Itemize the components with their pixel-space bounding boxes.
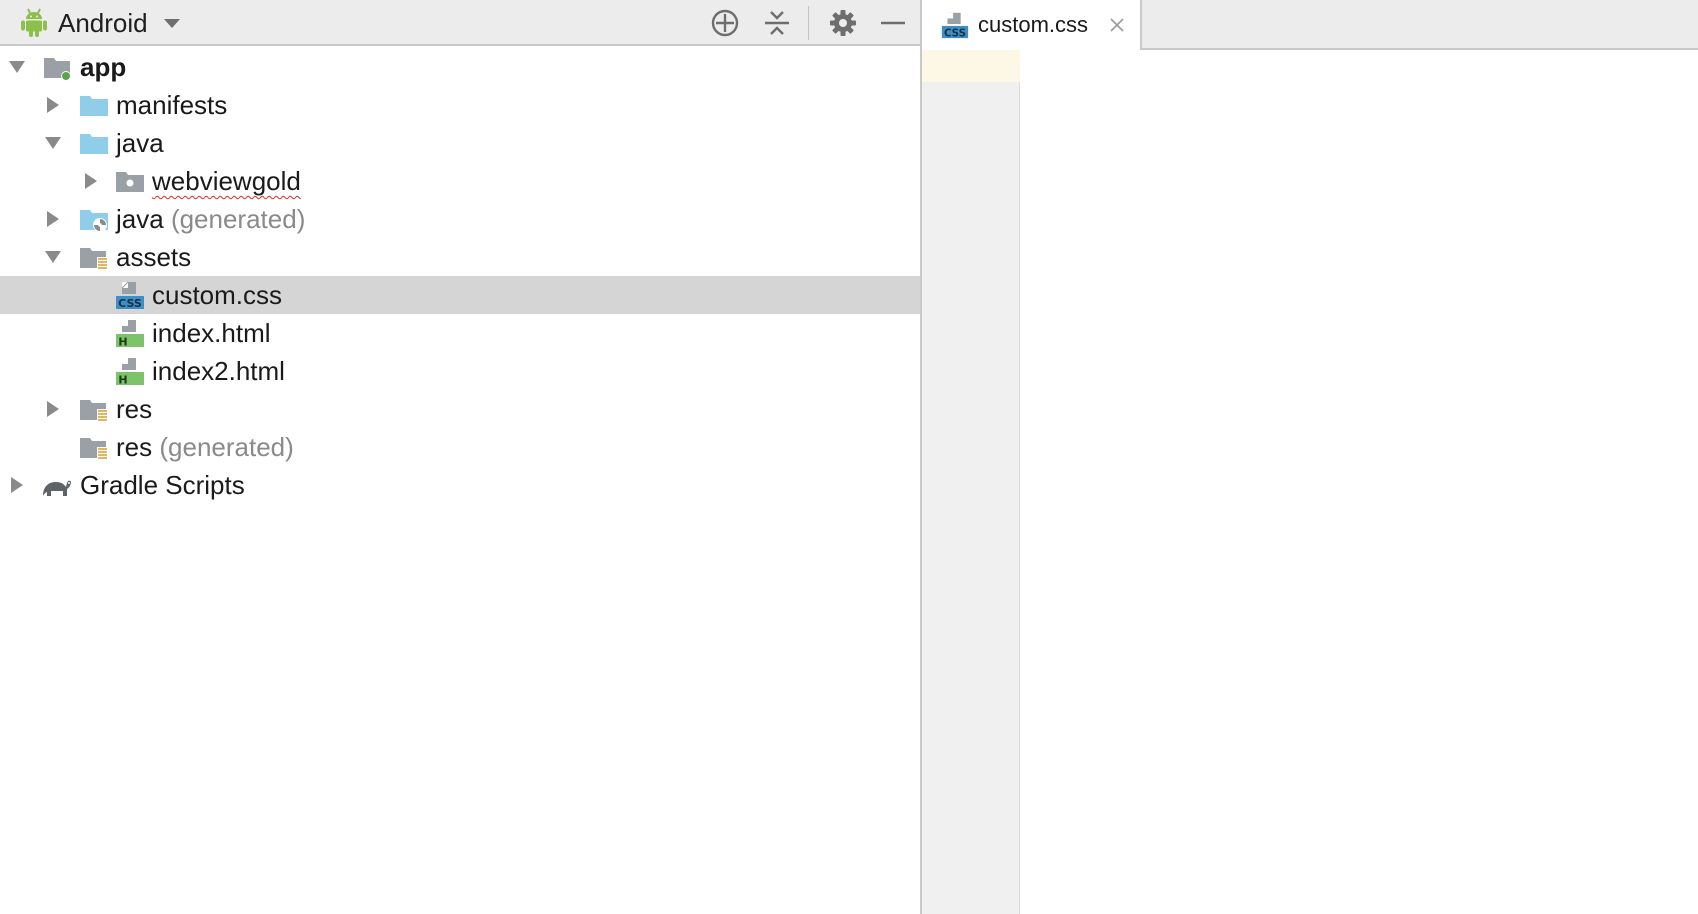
svg-text:CSS: CSS	[944, 27, 966, 39]
svg-text:H: H	[118, 336, 127, 349]
tree-item-label: res (generated)	[116, 432, 294, 462]
resource-folder-icon	[80, 400, 108, 422]
tree-item-label: res	[116, 394, 153, 424]
tree-item-label: Gradle Scripts	[80, 470, 245, 500]
editor-tab-custom-css[interactable]: CSS custom.css	[922, 0, 1142, 50]
close-icon[interactable]	[1108, 16, 1126, 34]
css-file-icon: CSS	[941, 12, 969, 39]
tree-item-java-generated[interactable]: java (generated)	[0, 200, 920, 238]
module-folder-icon	[44, 58, 71, 81]
collapsed-arrow-icon[interactable]	[82, 172, 100, 190]
gear-icon	[830, 10, 856, 36]
tree-item-java[interactable]: java	[0, 124, 920, 162]
tree-item-webviewgold[interactable]: webviewgold	[0, 162, 920, 200]
editor-tab-label: custom.css	[978, 12, 1089, 37]
expanded-arrow-icon[interactable]	[8, 58, 26, 76]
editor-gutter	[922, 50, 1020, 914]
tree-item-label: java	[116, 128, 164, 158]
tree-item-label: webviewgold	[152, 166, 301, 196]
editor-area: CSS custom.css	[922, 0, 1698, 914]
folder-icon	[80, 96, 108, 116]
collapsed-arrow-icon[interactable]	[44, 96, 62, 114]
package-icon	[116, 172, 144, 192]
ide-window: Android app manifests java webviewgold j…	[0, 0, 1698, 914]
tree-item-label: manifests	[116, 90, 228, 120]
css-file-icon: CSS	[116, 281, 144, 310]
tree-item-label: app	[80, 52, 127, 82]
tree-item-label: index2.html	[152, 356, 285, 386]
project-panel: Android app manifests java webviewgold j…	[0, 0, 922, 914]
code-editor[interactable]	[1020, 50, 1698, 914]
tree-item-app[interactable]: app	[0, 48, 920, 86]
collapsed-arrow-icon[interactable]	[44, 210, 62, 228]
folder-icon	[80, 134, 108, 154]
tree-item-name: res	[116, 432, 153, 462]
html-file-icon: H	[116, 320, 144, 349]
expanded-arrow-icon[interactable]	[44, 248, 62, 266]
collapsed-arrow-icon[interactable]	[44, 400, 62, 418]
locate-file-button[interactable]	[708, 6, 742, 40]
collapse-all-icon	[765, 11, 789, 35]
minimize-icon	[881, 21, 905, 25]
tree-item-res[interactable]: res	[0, 390, 920, 428]
editor-tab-bar: CSS custom.css	[922, 0, 1698, 50]
collapse-all-button[interactable]	[760, 6, 794, 40]
tree-item-name: java	[116, 204, 164, 234]
current-line-highlight	[922, 50, 1032, 82]
tree-item-gradle-scripts[interactable]: Gradle Scripts	[0, 466, 920, 504]
settings-button[interactable]	[826, 6, 860, 40]
android-icon	[21, 8, 47, 37]
tree-item-index-html[interactable]: H index.html	[0, 314, 920, 352]
minimize-panel-button[interactable]	[876, 6, 910, 40]
project-view-label: Android	[58, 7, 148, 38]
resource-folder-icon	[80, 438, 108, 460]
expanded-arrow-icon[interactable]	[44, 134, 62, 152]
tree-item-res-generated[interactable]: res (generated)	[0, 428, 920, 466]
html-file-icon: H	[116, 358, 144, 387]
project-panel-toolbar: Android	[0, 0, 920, 46]
tree-item-index2-html[interactable]: H index2.html	[0, 352, 920, 390]
toolbar-separator	[808, 6, 809, 40]
resource-folder-icon	[80, 248, 108, 270]
svg-text:H: H	[118, 374, 127, 387]
generated-suffix: (generated)	[159, 432, 294, 462]
collapsed-arrow-icon[interactable]	[8, 476, 26, 494]
gradle-icon	[43, 480, 71, 496]
svg-text:CSS: CSS	[118, 297, 142, 310]
tree-item-custom-css[interactable]: CSS custom.css	[0, 276, 920, 314]
tree-item-manifests[interactable]: manifests	[0, 86, 920, 124]
generated-folder-icon	[80, 210, 108, 232]
tree-item-label: assets	[116, 242, 192, 272]
tree-item-label: custom.css	[152, 280, 283, 310]
locate-icon	[711, 9, 739, 37]
generated-suffix: (generated)	[170, 204, 306, 234]
tree-item-label: java (generated)	[116, 204, 305, 234]
tree-item-label: index.html	[152, 318, 271, 348]
tree-item-assets[interactable]: assets	[0, 238, 920, 276]
project-view-selector[interactable]: Android	[20, 4, 182, 42]
chevron-down-icon	[163, 19, 180, 28]
